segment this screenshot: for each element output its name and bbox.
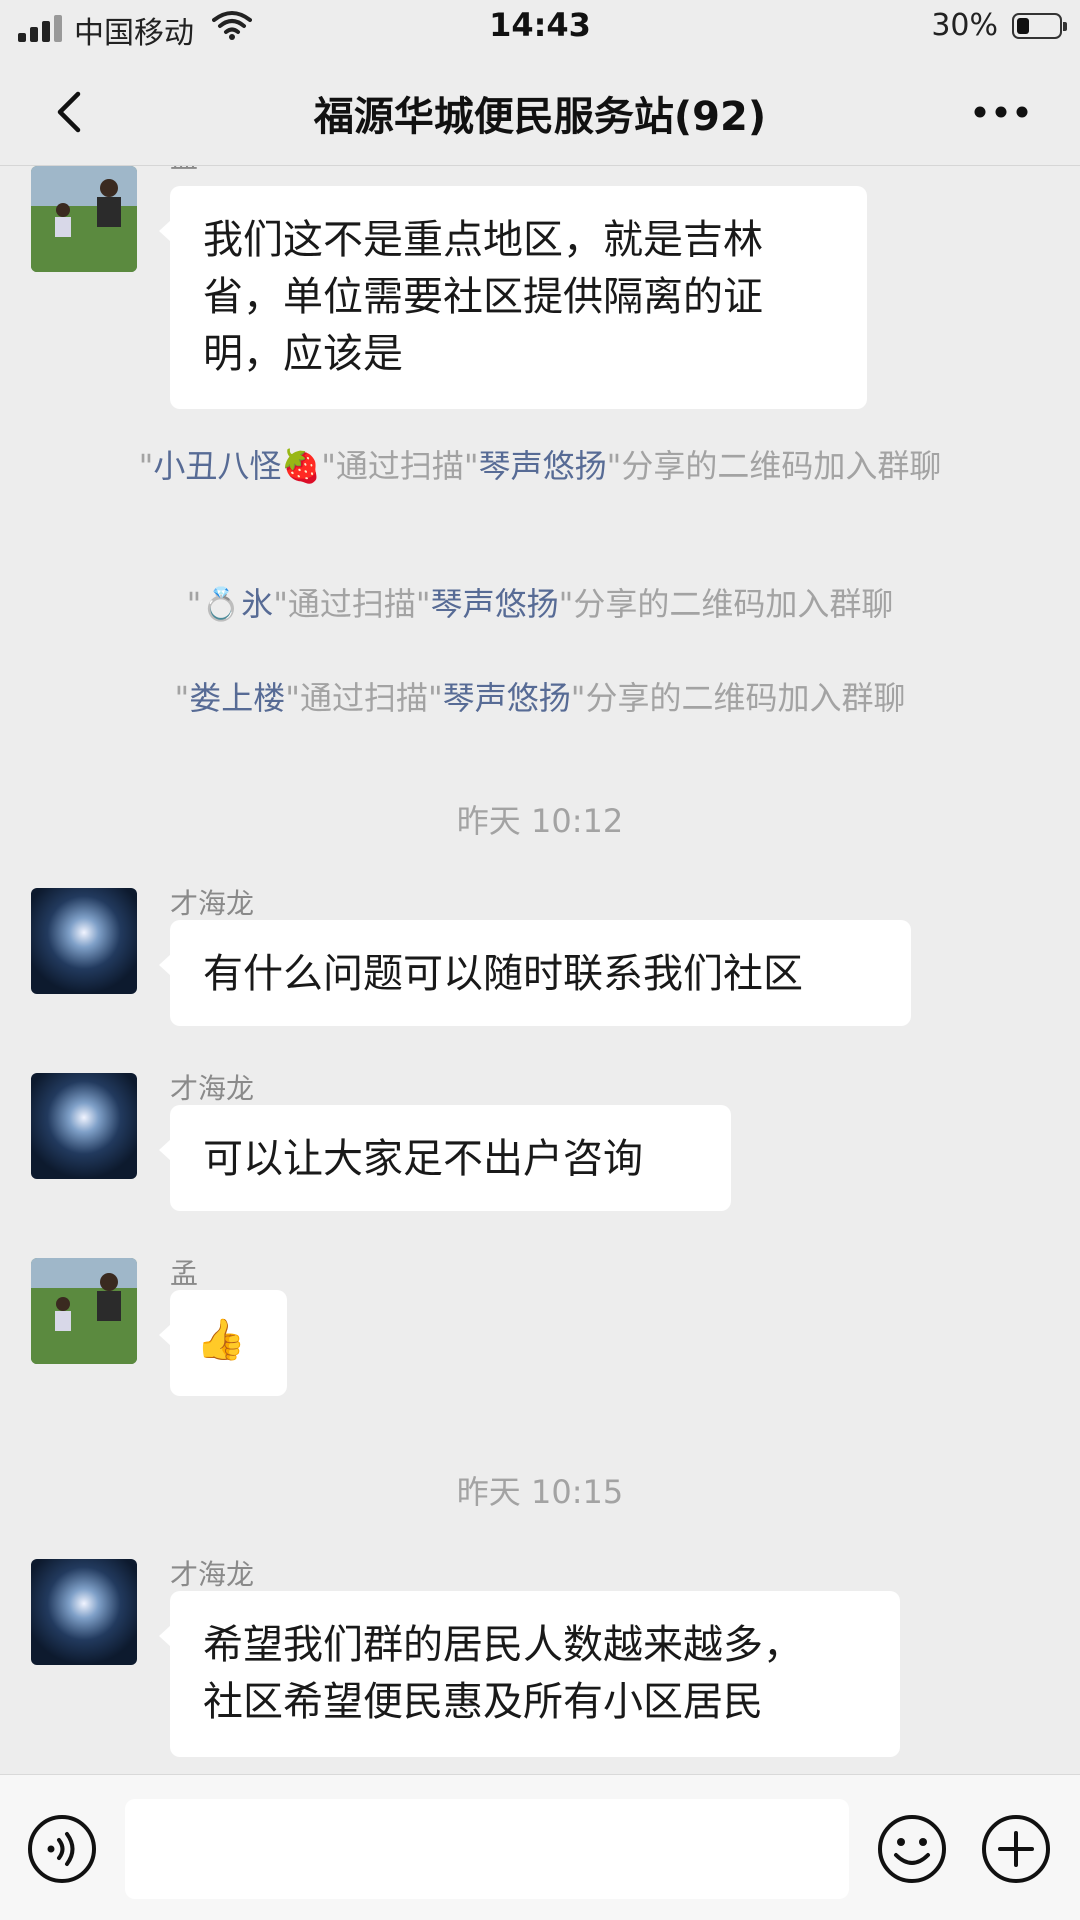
avatar[interactable] [31,1559,137,1665]
voice-input-icon[interactable] [26,1813,98,1885]
sender-name: 才海龙 [170,887,255,920]
battery-percent: 30% [931,8,998,43]
sender-name: 孟 [170,1257,199,1290]
avatar[interactable] [31,166,137,272]
message-bubble[interactable]: 希望我们群的居民人数越来越多， 社区希望便民惠及所有小区居民 [159,1591,900,1757]
avatar[interactable] [31,1258,137,1364]
thumbs-up-emoji: 👍 [196,1317,246,1363]
sender-name: 才海龙 [170,1072,255,1105]
system-notice: "💍氷"通过扫描"琴声悠扬"分享的二维码加入群聊 [186,585,894,623]
sender-name: 才海龙 [170,1558,255,1591]
status-bar: 中国移动 14:43 30% [0,0,1080,56]
battery-icon [1012,13,1067,39]
clock: 14:43 [489,6,591,44]
member-name-link[interactable]: 琴声悠扬 [443,679,571,717]
input-bar [0,1774,1080,1920]
member-name-link[interactable]: 小丑八怪🍓 [153,447,321,485]
member-name-link[interactable]: 娄上楼 [189,679,285,717]
more-options-icon[interactable] [966,82,1036,142]
system-notice: "娄上楼"通过扫描"琴声悠扬"分享的二维码加入群聊 [174,679,906,717]
avatar[interactable] [31,888,137,994]
avatar[interactable] [31,1073,137,1179]
member-name-link[interactable]: 琴声悠扬 [479,447,607,485]
emoji-icon[interactable] [876,1813,948,1885]
member-name-link[interactable]: 💍氷 [201,585,273,623]
message-bubble[interactable]: 有什么问题可以随时联系我们社区 [159,920,911,1026]
message-bubble[interactable]: 可以让大家足不出户咨询 [159,1105,731,1211]
timestamp: 昨天 10:15 [456,1473,624,1511]
system-notice: "小丑八怪🍓"通过扫描"琴声悠扬"分享的二维码加入群聊 [138,447,942,485]
member-name-link[interactable]: 琴声悠扬 [431,585,559,623]
sender-name: 孟 [170,166,198,176]
chat-title: 福源华城便民服务站(92) [313,94,767,140]
plus-icon[interactable] [980,1813,1052,1885]
timestamp: 昨天 10:12 [456,802,624,840]
chat-header: 福源华城便民服务站(92) [0,56,1080,166]
message-list[interactable]: 孟 我们这不是重点地区，就是吉林 省，单位需要社区提供隔离的证 明，应该是 "小… [0,166,1080,1774]
message-bubble[interactable]: 我们这不是重点地区，就是吉林 省，单位需要社区提供隔离的证 明，应该是 [159,186,867,409]
message-input[interactable] [125,1799,849,1899]
message-bubble[interactable]: 👍 [159,1290,287,1396]
